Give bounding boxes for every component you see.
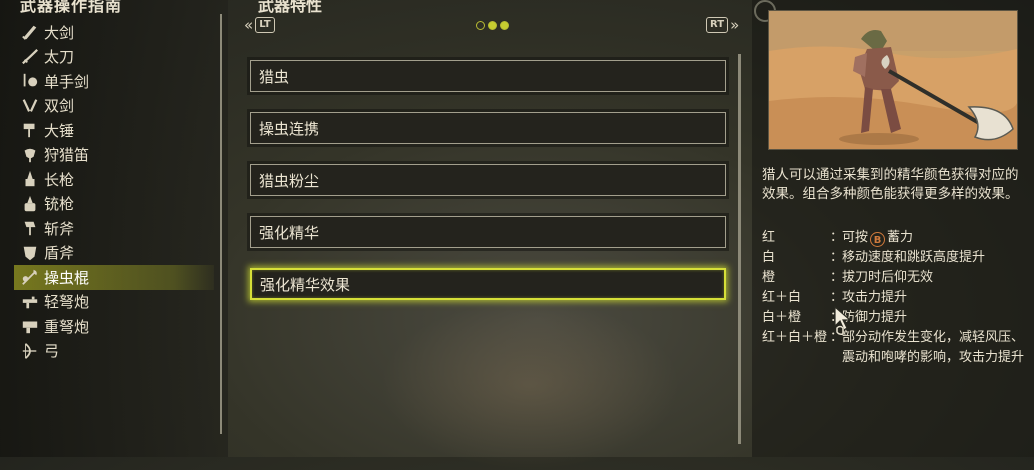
trait-item[interactable]: 强化精华 — [247, 213, 729, 251]
trait-item[interactable]: 操虫连携 — [247, 109, 729, 147]
pointer-cursor-icon — [834, 306, 852, 335]
weapon-item-label: 操虫棍 — [44, 268, 90, 287]
effect-colon: ： — [830, 250, 844, 265]
weapon-item[interactable]: 长枪 — [14, 167, 214, 192]
weapon-traits-title: 武器特性 — [258, 0, 323, 15]
effect-row: 红＋白 ：攻击力提升 — [762, 288, 1028, 308]
gunlance-icon — [20, 195, 40, 213]
weapon-item[interactable]: 单手剑 — [14, 69, 214, 94]
effect-text: 移动速度和跳跃高度提升 — [842, 250, 986, 265]
weapon-item[interactable]: 太刀 — [14, 45, 214, 70]
hunting-horn-icon — [20, 146, 40, 164]
background-haze — [380, 300, 680, 470]
weapon-item-label: 轻弩炮 — [44, 293, 90, 312]
effect-color-label: 白 — [762, 250, 776, 265]
weapon-item-label: 大锤 — [44, 121, 75, 140]
effect-colon: ： — [830, 290, 844, 305]
insect-glaive-icon — [20, 268, 40, 286]
weapon-item[interactable]: 盾斧 — [14, 241, 214, 266]
effect-row: 白＋橙：防御力提升 — [762, 308, 1028, 328]
charge-blade-icon — [20, 244, 40, 262]
effect-color-label: 红 — [762, 230, 776, 245]
dual-blades-icon — [20, 97, 40, 115]
lt-button-badge: LT — [255, 17, 275, 33]
switch-axe-icon — [20, 219, 40, 237]
effect-colon: ： — [830, 270, 844, 285]
page-dot — [476, 21, 485, 30]
effect-color-label: 红＋白 — [762, 290, 802, 305]
light-bowgun-icon — [20, 293, 40, 311]
weapon-list: 大剑太刀单手剑双剑大锤狩猎笛长枪铳枪斩斧盾斧操虫棍轻弩炮重弩炮弓 — [14, 20, 214, 363]
weapon-item[interactable]: 轻弩炮 — [14, 290, 214, 315]
effect-row: 橙 ：拔刀时后仰无效 — [762, 268, 1028, 288]
page-dot — [500, 21, 509, 30]
weapon-item[interactable]: 狩猎笛 — [14, 143, 214, 168]
trait-scrollbar[interactable] — [738, 54, 741, 444]
effect-text-post: 蓄力 — [887, 230, 914, 245]
trait-item[interactable]: 猎虫粉尘 — [247, 161, 729, 199]
weapon-item[interactable]: 斩斧 — [14, 216, 214, 241]
effect-text: 部分动作发生变化，减轻风压、震动和咆哮的影响，攻击力提升 — [842, 330, 1025, 365]
effect-text-pre: 可按 — [842, 230, 869, 245]
weapon-item-label: 斩斧 — [44, 219, 75, 238]
great-sword-icon — [20, 23, 40, 41]
lance-icon — [20, 170, 40, 188]
extract-effects-list: 红：可按 B 蓄力白：移动速度和跳跃高度提升橙：拔刀时后仰无效 红＋白：攻击力提升 白＋… — [762, 228, 1028, 368]
long-sword-icon — [20, 48, 40, 66]
left-scrollbar[interactable] — [220, 14, 222, 434]
next-page-nav[interactable]: RT » — [704, 16, 739, 34]
trait-item-label: 强化精华效果 — [260, 275, 351, 294]
weapon-item-label: 太刀 — [44, 48, 75, 67]
weapon-item-label: 单手剑 — [44, 72, 90, 91]
weapon-item-label: 长枪 — [44, 170, 75, 189]
sword-and-shield-icon — [20, 72, 40, 90]
b-button-icon: B — [870, 232, 886, 247]
bow-icon — [20, 342, 40, 360]
weapon-item[interactable]: 双剑 — [14, 94, 214, 119]
page-dot — [488, 21, 497, 30]
trait-item[interactable]: 强化精华效果 — [250, 268, 726, 300]
effect-colon: ： — [830, 230, 844, 245]
rt-button-badge: RT — [706, 17, 729, 33]
effect-text: 可按 B 蓄力 — [842, 228, 1028, 248]
trait-item[interactable]: 猎虫 — [247, 57, 729, 95]
weapon-item[interactable]: 大剑 — [14, 20, 214, 45]
trait-item-label: 强化精华 — [259, 223, 320, 242]
weapon-item[interactable]: 大锤 — [14, 118, 214, 143]
trait-item-label: 猎虫 — [259, 67, 290, 86]
weapon-item[interactable]: 重弩炮 — [14, 314, 214, 339]
effect-text: 拔刀时后仰无效 — [842, 270, 934, 285]
effect-color-label: 橙 — [762, 270, 776, 285]
weapon-item[interactable]: 弓 — [14, 339, 214, 364]
effect-row: 红 ：可按 B 蓄力 — [762, 228, 1028, 248]
weapon-item-label: 盾斧 — [44, 244, 75, 263]
hunter-preview-image — [768, 10, 1018, 150]
trait-item-label: 猎虫粉尘 — [259, 171, 320, 190]
trait-list: 猎虫操虫连携猎虫粉尘强化精华强化精华效果 — [247, 57, 729, 320]
weapon-item-label: 大剑 — [44, 23, 75, 42]
weapon-item-label: 重弩炮 — [44, 317, 90, 336]
hunter-with-insect-glaive-icon — [769, 11, 1017, 149]
weapon-item-label: 狩猎笛 — [44, 146, 90, 165]
weapon-item-label: 弓 — [44, 342, 60, 361]
double-chevron-left-icon: « — [244, 16, 254, 34]
effect-color-label: 白＋橙 — [762, 310, 802, 325]
page-indicator — [476, 21, 509, 30]
weapon-item-label: 铳枪 — [44, 195, 75, 214]
effect-color-label: 红＋白＋橙 — [762, 330, 828, 345]
effect-row: 红＋白＋橙：部分动作发生变化，减轻风压、震动和咆哮的影响，攻击力提升 — [762, 328, 1028, 368]
heavy-bowgun-icon — [20, 317, 40, 335]
prev-page-nav[interactable]: « LT — [244, 16, 277, 34]
effect-row: 白 ：移动速度和跳跃高度提升 — [762, 248, 1028, 268]
hammer-icon — [20, 121, 40, 139]
weapon-item[interactable]: 铳枪 — [14, 192, 214, 217]
effect-text: 防御力提升 — [842, 310, 908, 325]
trait-description: 猎人可以通过采集到的精华颜色获得对应的效果。组合多种颜色能获得更多样的效果。 — [762, 167, 1019, 202]
weapon-item[interactable]: 操虫棍 — [14, 265, 214, 290]
weapon-item-label: 双剑 — [44, 97, 75, 116]
effect-text: 攻击力提升 — [842, 290, 908, 305]
double-chevron-right-icon: » — [730, 16, 740, 34]
trait-item-label: 操虫连携 — [259, 119, 320, 138]
weapon-guide-title: 武器操作指南 — [20, 0, 123, 15]
